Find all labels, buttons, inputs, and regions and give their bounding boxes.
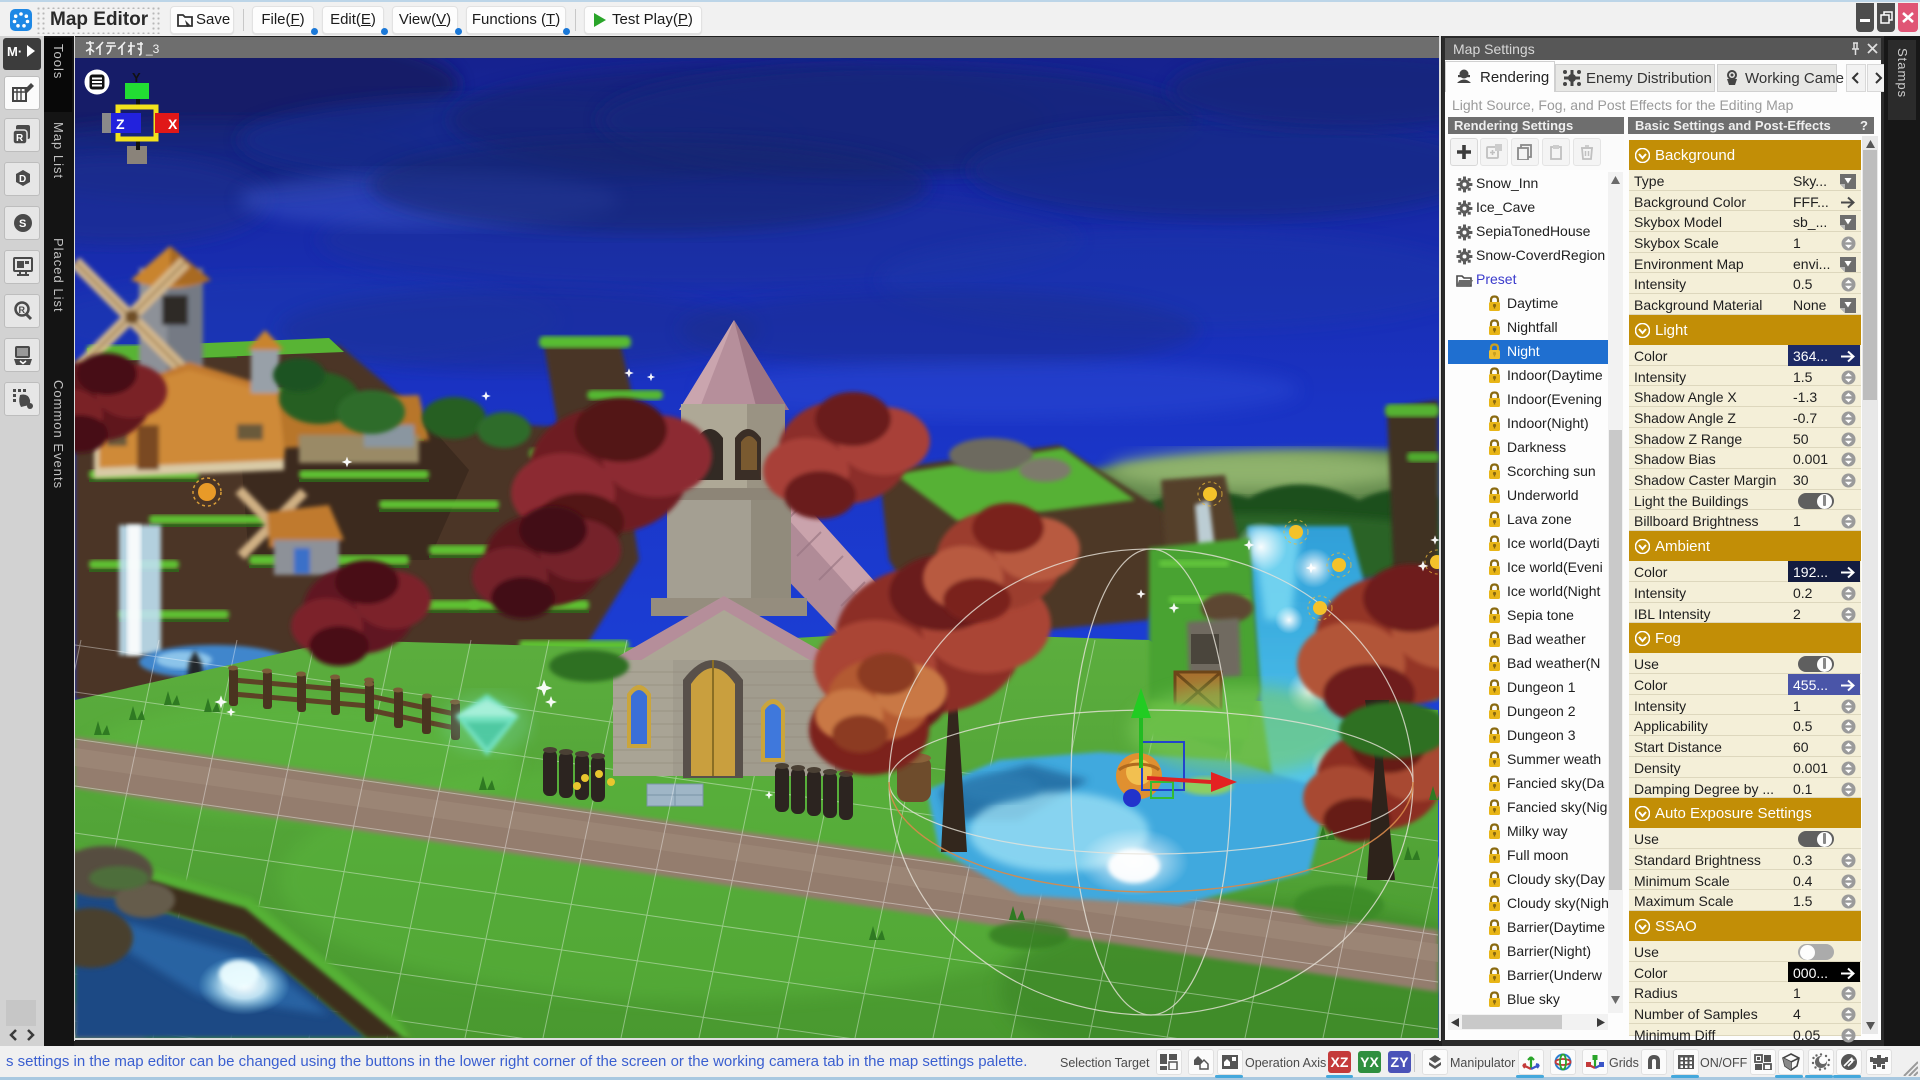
svg-text:Y: Y — [132, 70, 141, 85]
svg-text:Z: Z — [116, 116, 125, 132]
svg-text:X: X — [168, 116, 178, 132]
svg-text:R: R — [19, 305, 26, 315]
svg-text:_3: _3 — [145, 42, 160, 56]
svg-text:R: R — [16, 133, 24, 144]
svg-text:D: D — [19, 174, 26, 185]
svg-text:S: S — [19, 218, 26, 230]
